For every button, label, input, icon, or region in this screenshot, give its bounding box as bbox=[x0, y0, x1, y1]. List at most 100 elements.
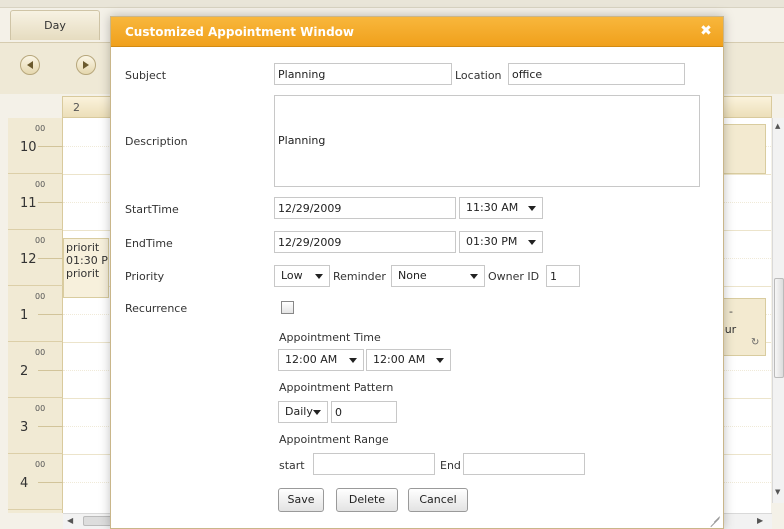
hour-divider bbox=[38, 314, 63, 315]
minute-label: 00 bbox=[35, 124, 46, 133]
previous-day-button[interactable] bbox=[20, 55, 40, 75]
reminder-value: None bbox=[398, 269, 427, 282]
minute-label: 00 bbox=[35, 180, 46, 189]
header-date-partial: 2 bbox=[73, 101, 80, 114]
pattern-select[interactable]: Daily bbox=[278, 401, 328, 423]
minute-label: 00 bbox=[35, 292, 46, 301]
hour-divider bbox=[38, 146, 63, 147]
hour-label: 1 bbox=[20, 308, 29, 323]
hour-label: 2 bbox=[20, 364, 29, 379]
minute-label: 00 bbox=[35, 348, 46, 357]
subject-label: Subject bbox=[125, 69, 167, 82]
end-time-value: 01:30 PM bbox=[466, 235, 518, 248]
time-slot: 00 10 bbox=[8, 118, 63, 174]
time-column: 00 10 00 11 00 12 00 1 00 2 00 3 00 4 bbox=[8, 118, 63, 513]
hour-label: 11 bbox=[20, 196, 37, 211]
appointment-block[interactable]: priorit 01:30 P priorit bbox=[63, 238, 109, 298]
description-label: Description bbox=[125, 135, 188, 148]
arrow-left-icon bbox=[27, 61, 33, 69]
start-time-select[interactable]: 11:30 AM bbox=[459, 197, 543, 219]
hour-label: 12 bbox=[20, 252, 37, 267]
appointment-dialog: Customized Appointment Window ✖ Subject … bbox=[110, 16, 724, 529]
range-end-label: End bbox=[440, 459, 461, 472]
subject-input[interactable] bbox=[274, 63, 452, 85]
location-input[interactable] bbox=[508, 63, 685, 85]
hour-divider bbox=[38, 370, 63, 371]
appointment-time-to-value: 12:00 AM bbox=[373, 353, 426, 366]
scroll-left-icon[interactable]: ◀ bbox=[67, 516, 73, 525]
save-button[interactable]: Save bbox=[278, 488, 324, 512]
owner-id-label: Owner ID bbox=[488, 270, 540, 283]
end-time-select[interactable]: 01:30 PM bbox=[459, 231, 543, 253]
owner-id-input[interactable] bbox=[546, 265, 580, 287]
hour-divider bbox=[38, 426, 63, 427]
chevron-down-icon bbox=[436, 358, 444, 363]
priority-value: Low bbox=[281, 269, 303, 282]
close-icon[interactable]: ✖ bbox=[699, 23, 713, 39]
appointment-pattern-label: Appointment Pattern bbox=[279, 381, 394, 394]
time-slot: 00 4 bbox=[8, 454, 63, 510]
time-slot: 00 12 bbox=[8, 230, 63, 286]
range-start-input[interactable] bbox=[313, 453, 435, 475]
chevron-down-icon bbox=[528, 240, 536, 245]
end-time-label: EndTime bbox=[125, 237, 173, 250]
appointment-range-label: Appointment Range bbox=[279, 433, 389, 446]
time-slot: 00 1 bbox=[8, 286, 63, 342]
priority-select[interactable]: Low bbox=[274, 265, 330, 287]
minute-label: 00 bbox=[35, 404, 46, 413]
appointment-text: 01:30 P bbox=[66, 254, 108, 267]
arrow-right-icon bbox=[83, 61, 89, 69]
chevron-down-icon bbox=[470, 274, 478, 279]
priority-label: Priority bbox=[125, 270, 165, 283]
start-date-input[interactable] bbox=[274, 197, 456, 219]
recurrence-label: Recurrence bbox=[125, 302, 188, 315]
appointment-text: priorit bbox=[66, 267, 100, 280]
scroll-up-icon[interactable]: ▲ bbox=[775, 122, 780, 130]
tab-day[interactable]: Day bbox=[10, 10, 100, 40]
chevron-down-icon bbox=[313, 410, 321, 415]
scroll-thumb[interactable] bbox=[774, 278, 784, 378]
hour-label: 3 bbox=[20, 420, 29, 435]
hour-label: 10 bbox=[20, 140, 37, 155]
recurrence-icon: ↻ bbox=[751, 337, 760, 348]
top-strip bbox=[0, 0, 784, 8]
delete-button[interactable]: Delete bbox=[336, 488, 398, 512]
scroll-down-icon[interactable]: ▼ bbox=[775, 488, 780, 496]
next-day-button[interactable] bbox=[76, 55, 96, 75]
hour-divider bbox=[38, 202, 63, 203]
recurrence-checkbox[interactable] bbox=[281, 301, 294, 314]
minute-label: 00 bbox=[35, 460, 46, 469]
appointment-text: priorit bbox=[66, 241, 100, 254]
time-slot: 00 11 bbox=[8, 174, 63, 230]
chevron-down-icon bbox=[315, 274, 323, 279]
location-label: Location bbox=[455, 69, 502, 82]
reminder-label: Reminder bbox=[333, 270, 386, 283]
cancel-button[interactable]: Cancel bbox=[408, 488, 468, 512]
appointment-time-label: Appointment Time bbox=[279, 331, 381, 344]
time-slot: 00 2 bbox=[8, 342, 63, 398]
scroll-right-icon[interactable]: ▶ bbox=[757, 516, 763, 525]
dialog-titlebar[interactable]: Customized Appointment Window ✖ bbox=[111, 17, 723, 47]
end-date-input[interactable] bbox=[274, 231, 456, 253]
hour-label: 4 bbox=[20, 476, 29, 491]
pattern-value: Daily bbox=[285, 405, 313, 418]
dialog-title: Customized Appointment Window bbox=[125, 25, 354, 39]
vertical-scrollbar[interactable]: ▲ ▼ bbox=[772, 118, 784, 503]
range-start-label: start bbox=[279, 459, 305, 472]
chevron-down-icon bbox=[528, 206, 536, 211]
time-slot: 00 3 bbox=[8, 398, 63, 454]
resize-grip-icon[interactable] bbox=[707, 513, 721, 528]
range-end-input[interactable] bbox=[463, 453, 585, 475]
scroll-thumb[interactable] bbox=[83, 516, 113, 526]
reminder-select[interactable]: None bbox=[391, 265, 485, 287]
start-time-label: StartTime bbox=[125, 203, 179, 216]
appointment-time-from-value: 12:00 AM bbox=[285, 353, 338, 366]
chevron-down-icon bbox=[349, 358, 357, 363]
appointment-time-to-select[interactable]: 12:00 AM bbox=[366, 349, 451, 371]
description-textarea[interactable]: Planning bbox=[274, 95, 700, 187]
start-time-value: 11:30 AM bbox=[466, 201, 519, 214]
hour-divider bbox=[38, 258, 63, 259]
appointment-dash: - bbox=[729, 305, 733, 318]
appointment-time-from-select[interactable]: 12:00 AM bbox=[278, 349, 364, 371]
pattern-count-input[interactable] bbox=[331, 401, 397, 423]
